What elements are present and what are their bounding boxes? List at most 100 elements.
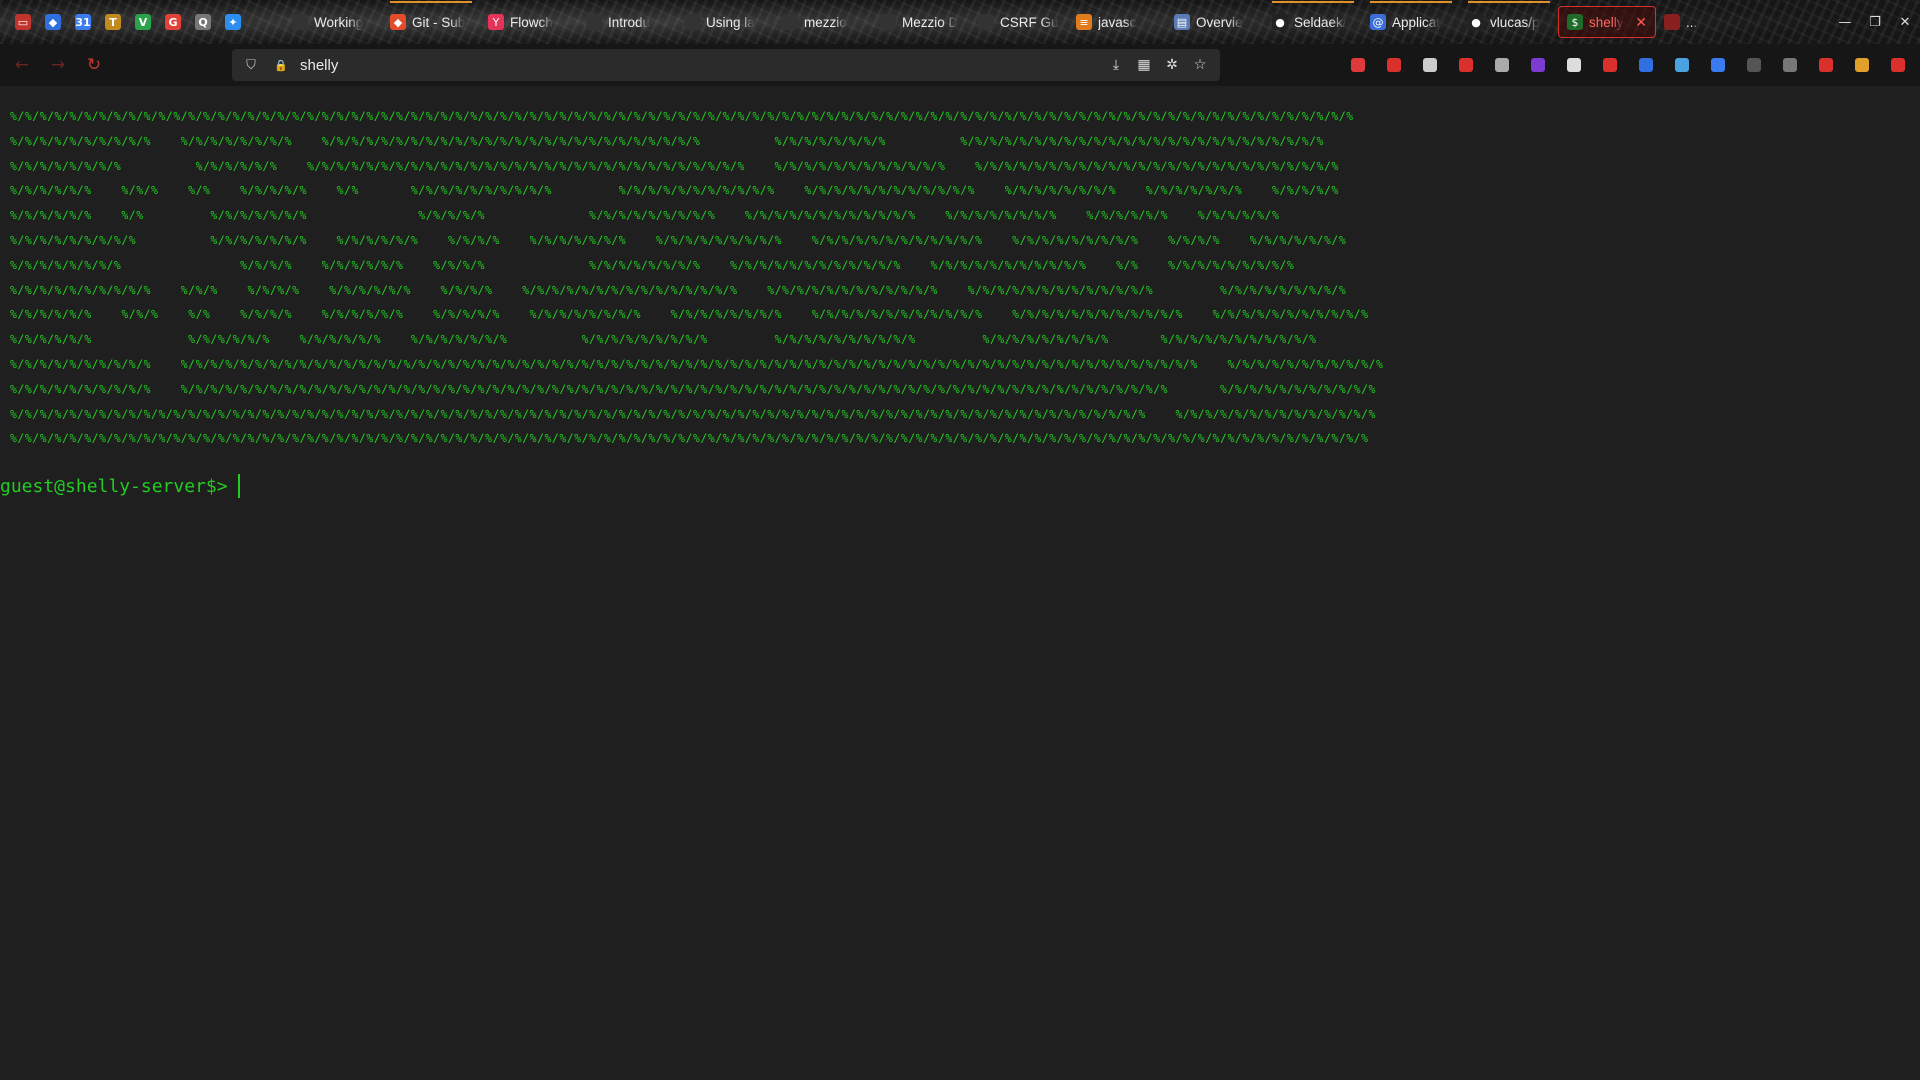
flowchart-icon: Y	[488, 14, 504, 30]
bug-icon[interactable]: ✲	[1158, 57, 1186, 73]
pinned-tab[interactable]: G	[158, 0, 188, 44]
page-icon	[782, 14, 798, 30]
tab-active[interactable]: $ shelly ✕	[1558, 6, 1656, 38]
grid-icon[interactable]	[1736, 55, 1772, 75]
tab-bar: ▭ ◆ 31 T V G Q ✦ Working ◆ Git - Sub Y Flowch Introd…	[0, 0, 1920, 44]
url-bar[interactable]: ⛉ 🔒 shelly ⤓ ▦ ✲ ☆	[232, 49, 1220, 81]
tab[interactable]: ≡ javasc	[1068, 0, 1166, 44]
tab-title: Using la	[706, 14, 755, 30]
tab-title: shelly	[1589, 14, 1624, 30]
text-cursor	[237, 474, 240, 498]
tab-title: ...	[1686, 14, 1698, 30]
lock-icon[interactable]: 🔒	[270, 59, 292, 72]
pinned-tab[interactable]: ▭	[8, 0, 38, 44]
page-icon	[586, 14, 602, 30]
close-tab-icon[interactable]: ✕	[1635, 14, 1647, 31]
tab-title: vlucas/p	[1490, 14, 1540, 30]
tab-title: Flowch	[510, 14, 553, 30]
tab[interactable]: ◆ Git - Sub	[382, 0, 480, 44]
trello-icon: T	[105, 14, 121, 30]
tab-title: mezzio	[804, 14, 847, 30]
page-icon	[684, 14, 700, 30]
tab[interactable]: CSRF Gu	[970, 0, 1068, 44]
tab-strip: Working ◆ Git - Sub Y Flowch Introdu Using la m…	[284, 0, 1726, 44]
tab[interactable]: ...	[1656, 0, 1726, 44]
close-window-icon[interactable]: ✕	[1890, 15, 1920, 30]
github-icon: ●	[1272, 14, 1288, 30]
pocket-icon[interactable]	[1340, 55, 1376, 75]
url-actions: ⤓ ▦ ✲ ☆	[1102, 57, 1214, 73]
tab-title: Seldaek/	[1294, 14, 1347, 30]
pinned-tab[interactable]: ✦	[218, 0, 248, 44]
docs-icon: ▤	[1174, 14, 1190, 30]
bookmark-star-icon[interactable]: ☆	[1186, 57, 1214, 73]
tab-title: CSRF Gu	[1000, 14, 1059, 30]
tree-style-icon[interactable]	[1772, 55, 1808, 75]
tab[interactable]: Mezzio D	[872, 0, 970, 44]
tab-title: Git - Sub	[412, 14, 466, 30]
dropbox-icon: ◆	[45, 14, 61, 30]
google-calendar-icon: 31	[75, 14, 91, 30]
stackoverflow-icon: ≡	[1076, 14, 1092, 30]
prompt-line[interactable]: guest@shelly-server$>	[0, 474, 240, 498]
account-icon[interactable]	[1412, 55, 1448, 75]
shell-prompt: guest@shelly-server$>	[0, 475, 228, 497]
bitwarden-icon[interactable]	[1628, 55, 1664, 75]
ublock-icon[interactable]	[1592, 55, 1628, 75]
extensions-puzzle-icon[interactable]	[1448, 55, 1484, 75]
menu-icon[interactable]	[1880, 55, 1916, 75]
purple-extension-icon[interactable]	[1520, 55, 1556, 75]
tab-title: javasc	[1098, 14, 1137, 30]
reload-button[interactable]: ↻	[76, 55, 112, 75]
back-button[interactable]: ←	[4, 55, 40, 75]
tab[interactable]: ▤ Overvie	[1166, 0, 1264, 44]
downloads-icon[interactable]	[1376, 55, 1412, 75]
library-icon[interactable]	[1484, 55, 1520, 75]
extensions-toolbar	[1340, 44, 1916, 86]
tab-title: Applicat	[1392, 14, 1441, 30]
pinned-tabs: ▭ ◆ 31 T V G Q ✦	[0, 0, 248, 44]
save-to-pocket-icon[interactable]: ⤓	[1102, 57, 1130, 73]
cloud-extension-icon[interactable]	[1556, 55, 1592, 75]
dark-reader-icon[interactable]	[1700, 55, 1736, 75]
pinned-tab[interactable]: Q	[188, 0, 218, 44]
terminal-icon: $	[1567, 14, 1583, 30]
tab[interactable]: @ Applicat	[1362, 0, 1460, 44]
tab-title: Mezzio D	[902, 14, 959, 30]
noscript-icon[interactable]	[1808, 55, 1844, 75]
google-icon: G	[165, 14, 181, 30]
github-icon: ●	[1468, 14, 1484, 30]
terminal[interactable]: %/%/%/%/%/%/%/%/%/%/%/%/%/%/%/%/%/%/%/%/…	[0, 86, 1920, 1080]
bluesky-icon: ✦	[225, 14, 241, 30]
forward-button[interactable]: →	[40, 55, 76, 75]
pinned-tab[interactable]: ◆	[38, 0, 68, 44]
pinned-tab[interactable]: V	[128, 0, 158, 44]
circle-tab-icon	[292, 14, 308, 30]
search-app-icon: Q	[195, 14, 211, 30]
container-icon[interactable]	[1664, 55, 1700, 75]
tab[interactable]: Using la	[676, 0, 774, 44]
git-icon: ◆	[390, 14, 406, 30]
pinned-tab[interactable]: 31	[68, 0, 98, 44]
tab-title: Introdu	[608, 14, 651, 30]
url-text[interactable]: shelly	[300, 57, 338, 74]
red-icon	[1664, 14, 1680, 30]
tab[interactable]: ● vlucas/p	[1460, 0, 1558, 44]
app-icon: @	[1370, 14, 1386, 30]
tracking-shield-icon[interactable]: ⛉	[240, 58, 262, 73]
tab[interactable]: Working	[284, 0, 382, 44]
navigation-toolbar: ← → ↻ ⛉ 🔒 shelly ⤓ ▦ ✲ ☆	[0, 44, 1920, 86]
tab[interactable]: mezzio	[774, 0, 872, 44]
tab-title: Overvie	[1196, 14, 1243, 30]
tab[interactable]: Introdu	[578, 0, 676, 44]
minimize-icon[interactable]: —	[1830, 15, 1860, 30]
qr-code-icon[interactable]: ▦	[1130, 57, 1158, 73]
pinned-tab[interactable]: T	[98, 0, 128, 44]
tab[interactable]: Y Flowch	[480, 0, 578, 44]
window-controls: — ❐ ✕	[1830, 0, 1920, 44]
vpn-icon: V	[135, 14, 151, 30]
tab[interactable]: ● Seldaek/	[1264, 0, 1362, 44]
image-extension-icon[interactable]	[1844, 55, 1880, 75]
ascii-banner: %/%/%/%/%/%/%/%/%/%/%/%/%/%/%/%/%/%/%/%/…	[10, 109, 1384, 446]
restore-icon[interactable]: ❐	[1860, 15, 1890, 30]
